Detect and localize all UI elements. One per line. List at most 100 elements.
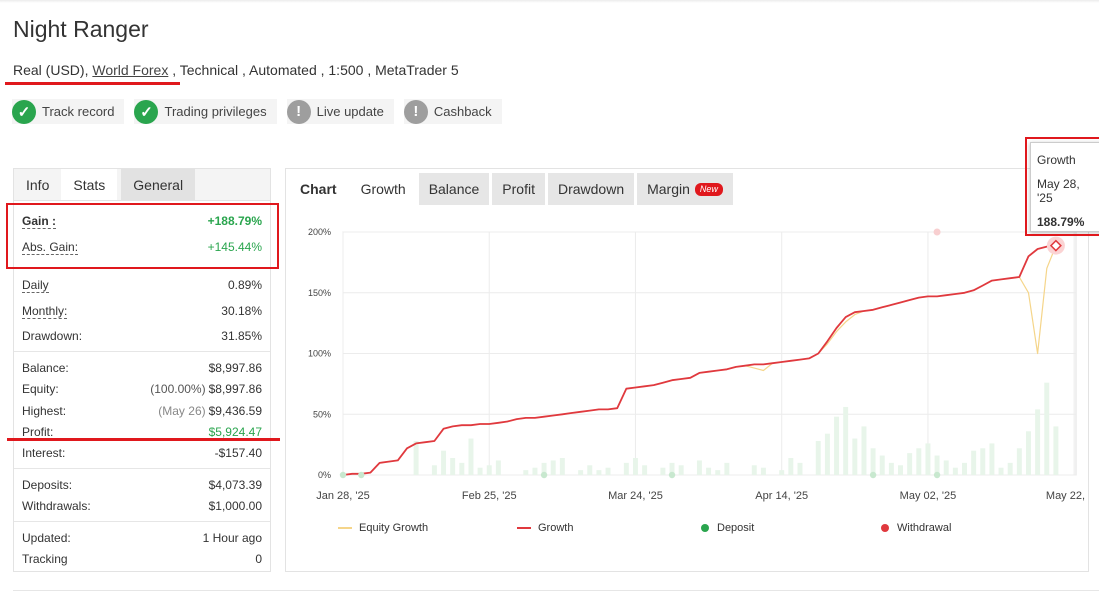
tab-general[interactable]: General: [121, 169, 196, 200]
stat-value: 31.85%: [221, 329, 262, 343]
stat-value: $5,924.47: [208, 425, 262, 439]
activity-bar: [468, 438, 474, 475]
activity-bar: [1025, 431, 1031, 475]
badge-track-record[interactable]: ✓ Track record: [12, 99, 125, 124]
legend-dot: [701, 524, 709, 532]
legend-withdrawal[interactable]: Withdrawal: [881, 522, 951, 534]
check-icon: ✓: [134, 99, 159, 124]
y-tick-label: 50%: [313, 409, 331, 419]
activity-bar: [843, 406, 849, 475]
annotation-underline: [5, 82, 180, 85]
stat-value: $8,997.86: [208, 382, 262, 396]
y-tick-label: 0%: [318, 470, 331, 480]
deposit-marker: [339, 471, 347, 479]
activity-bar: [1007, 462, 1013, 475]
stat-label: Profit:: [22, 425, 54, 439]
legend-label: Growth: [538, 522, 574, 534]
activity-bar: [441, 450, 447, 475]
deposit-marker: [933, 471, 941, 479]
y-tick-label: 100%: [308, 349, 331, 359]
legend-label: Deposit: [717, 522, 755, 534]
badge-label: Track record: [42, 104, 115, 119]
stat-value: 0: [255, 552, 262, 566]
legend-swatch: [517, 527, 531, 529]
stat-value: -$157.40: [214, 446, 262, 460]
stats-tabs: Info Stats General: [14, 169, 270, 201]
badge-cashback[interactable]: ! Cashback: [403, 99, 502, 124]
activity-bar: [907, 453, 913, 475]
stat-label: Withdrawals:: [22, 499, 91, 513]
activity-bar: [1044, 382, 1050, 475]
x-tick-label: Apr 14, '25: [755, 490, 808, 502]
activity-bar: [888, 462, 894, 475]
broker-link[interactable]: World Forex: [92, 62, 168, 78]
badge-trading-privileges[interactable]: ✓ Trading privileges: [134, 99, 277, 124]
legend-deposit[interactable]: Deposit: [701, 522, 754, 534]
x-tick-label: May 02, '25: [900, 490, 957, 502]
activity-bar: [952, 467, 958, 475]
legend-equity-growth[interactable]: Equity Growth: [338, 522, 428, 534]
legend-dot: [881, 524, 889, 532]
legend-growth[interactable]: Growth: [517, 522, 573, 534]
activity-bar: [477, 467, 483, 475]
badge-live-update[interactable]: ! Live update: [286, 99, 394, 124]
stat-label: Updated:: [22, 531, 71, 545]
annotation-box-gain: [6, 203, 279, 269]
check-icon: ✓: [12, 99, 36, 124]
activity-bar: [834, 416, 840, 475]
stat-value: $4,073.39: [208, 478, 262, 492]
activity-bar: [523, 470, 529, 475]
divider: [14, 351, 270, 352]
deposit-marker: [540, 471, 548, 479]
activity-bar: [632, 457, 638, 475]
activity-bar: [642, 465, 648, 475]
activity-bar: [660, 467, 666, 475]
stat-value: 0.89%: [227, 278, 262, 292]
stat-value: $9,436.59: [208, 404, 262, 418]
activity-bar: [815, 440, 821, 475]
activity-bar: [431, 465, 437, 475]
activity-bar: [587, 465, 593, 475]
stat-note: (May 26): [158, 404, 206, 418]
activity-bar: [550, 460, 556, 475]
account-subtitle: Real (USD), World Forex , Technical , Au…: [13, 62, 459, 78]
stat-label[interactable]: Daily: [22, 278, 49, 293]
stat-value: $1,000.00: [208, 499, 262, 513]
activity-bar: [870, 448, 876, 475]
stat-balance: Balance: $8,997.86: [22, 361, 262, 375]
activity-bar: [623, 462, 629, 475]
growth-chart[interactable]: 0% 50% 100% 150% 200% Jan 28, '25 Feb 25, '25 M…: [286, 169, 1088, 571]
x-tick-label: Mar 24, '25: [608, 490, 663, 502]
deposit-marker: [869, 471, 877, 479]
activity-bar: [980, 448, 986, 475]
activity-bar: [596, 470, 602, 475]
tab-info[interactable]: Info: [14, 169, 61, 200]
legend-swatch: [338, 527, 352, 529]
account-type: Real (USD),: [13, 62, 89, 78]
stat-updated: Updated: 1 Hour ago: [22, 531, 262, 545]
page-title: Night Ranger: [13, 16, 149, 42]
stat-label[interactable]: Monthly:: [22, 304, 68, 319]
activity-bar: [943, 460, 949, 475]
stat-interest: Interest: -$157.40: [22, 446, 262, 460]
activity-bar: [578, 470, 584, 475]
stat-monthly: Monthly: 30.18%: [22, 304, 262, 319]
stat-label: Tracking: [22, 552, 68, 566]
tab-stats[interactable]: Stats: [61, 169, 118, 200]
activity-bar: [852, 438, 858, 475]
activity-bar: [495, 460, 501, 475]
activity-bar: [706, 467, 712, 475]
activity-bar: [450, 457, 456, 475]
activity-bar: [760, 467, 766, 475]
activity-bar: [824, 433, 830, 475]
stat-profit: Profit: $5,924.47: [22, 425, 262, 439]
activity-bar: [861, 426, 867, 475]
exclamation-icon: !: [286, 99, 311, 124]
activity-bar: [751, 465, 757, 475]
stat-highest: Highest: (May 26) $9,436.59: [22, 404, 262, 418]
stat-withdrawals: Withdrawals: $1,000.00: [22, 499, 262, 513]
badge-label: Cashback: [433, 104, 492, 119]
stat-label: Balance:: [22, 361, 69, 375]
activity-bar: [998, 467, 1004, 475]
activity-bar: [1016, 448, 1022, 475]
